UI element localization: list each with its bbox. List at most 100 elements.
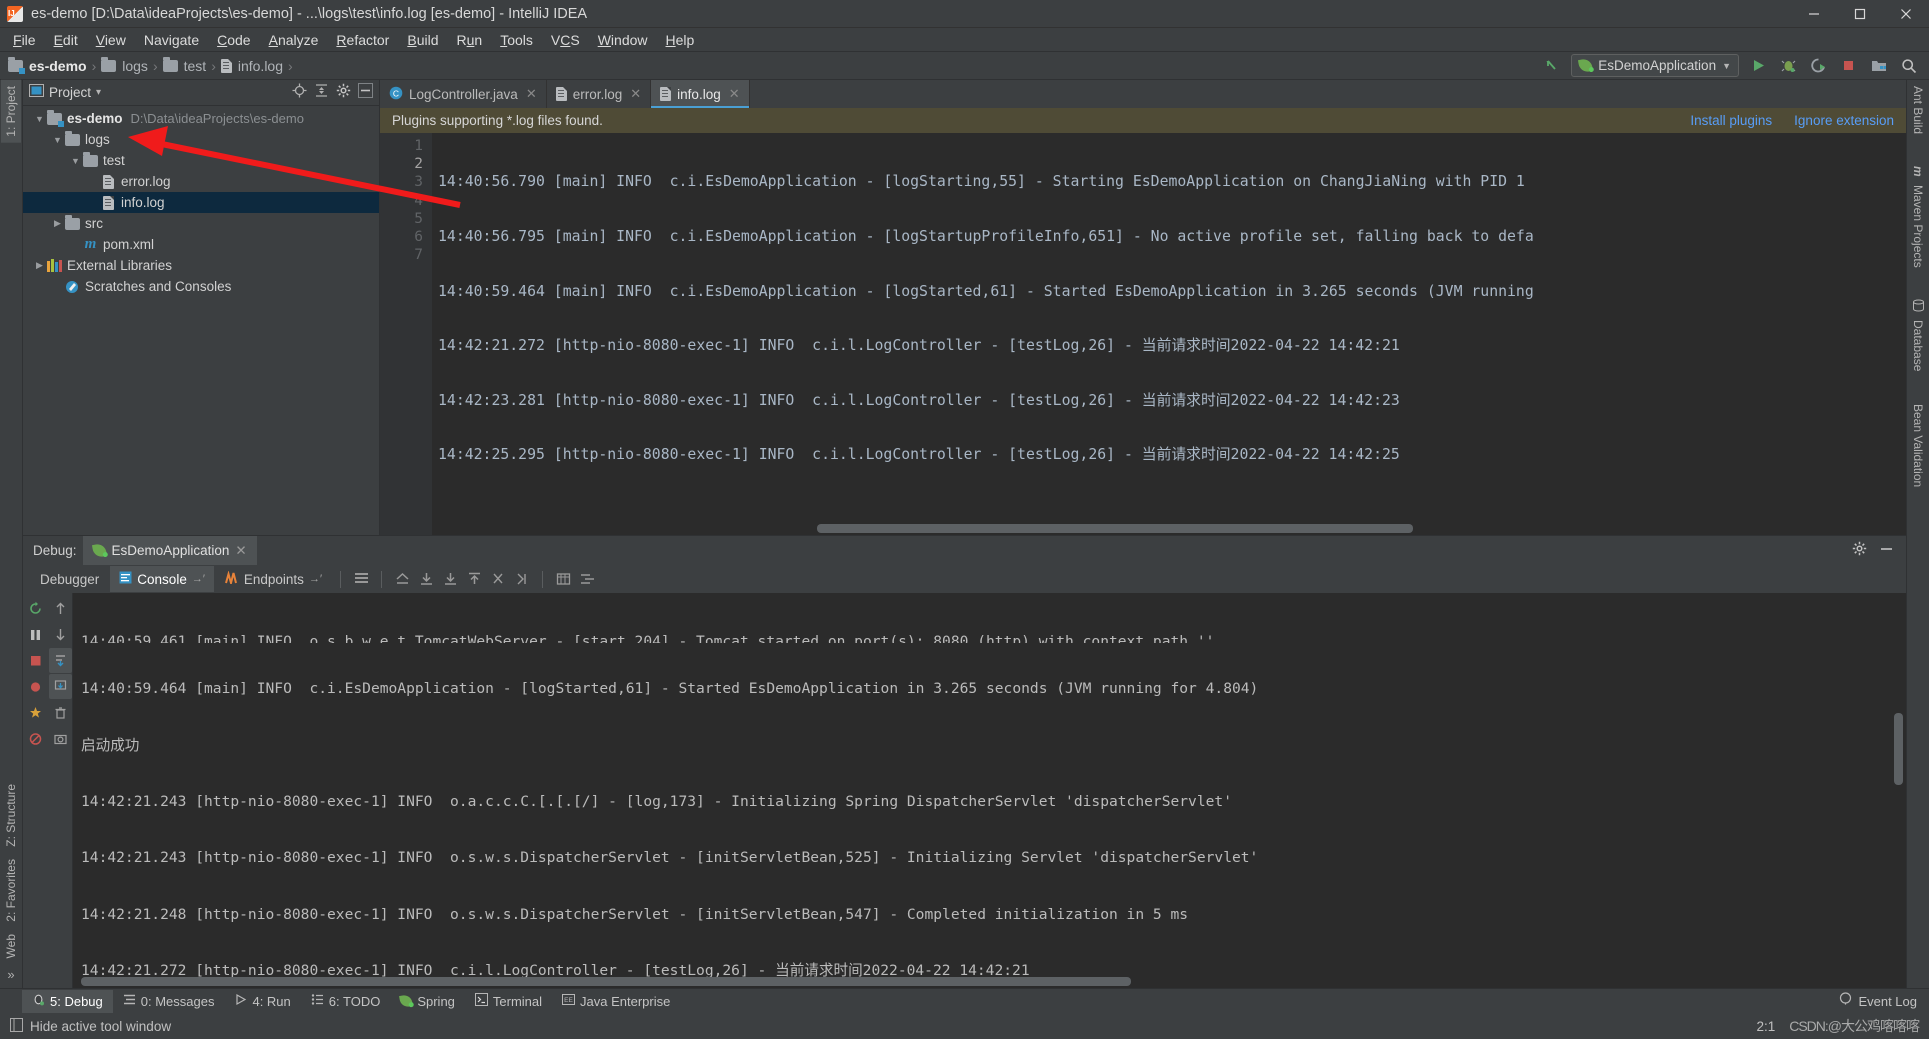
hide-tool-window-label[interactable]: Hide active tool window <box>30 1019 171 1034</box>
scroll-to-end-icon[interactable] <box>415 568 437 590</box>
breadcrumb-es-demo[interactable]: es-demo <box>8 56 87 74</box>
menu-vcs[interactable]: VCS <box>542 29 589 51</box>
next-icon[interactable] <box>511 568 533 590</box>
tree-node-es-demo[interactable]: ▼ es-demo D:\Data\ideaProjects\es-demo <box>23 108 379 129</box>
sidebar-item-database[interactable]: Database <box>1908 273 1928 377</box>
menu-navigate[interactable]: Navigate <box>135 29 208 51</box>
chevron-down-icon[interactable]: ▼ <box>33 114 46 124</box>
soft-wrap-icon[interactable] <box>391 568 413 590</box>
tree-node-pom-xml[interactable]: m pom.xml <box>23 234 379 255</box>
tab-debugger[interactable]: Debugger <box>31 566 108 592</box>
scroll-down-icon[interactable] <box>439 568 461 590</box>
close-icon[interactable]: ✕ <box>235 543 246 559</box>
sidebar-item-favorites[interactable]: 2: Favorites <box>1 853 21 928</box>
mute-breakpoints-icon[interactable] <box>24 674 47 699</box>
tree-node-test[interactable]: ▼ test <box>23 150 379 171</box>
pause-icon[interactable] <box>24 622 47 647</box>
code-view[interactable]: 1 2 3 4 5 6 7 14:40:56.790 [main] INFO c… <box>380 133 1906 535</box>
event-log-label[interactable]: Event Log <box>1858 994 1917 1009</box>
menu-edit[interactable]: Edit <box>45 29 87 51</box>
run-icon[interactable] <box>1748 55 1769 76</box>
chevron-right-icon[interactable]: ▶ <box>51 218 64 229</box>
tree-node-info-log[interactable]: info.log <box>23 192 379 213</box>
tab-error-log[interactable]: error.log ✕ <box>547 80 652 108</box>
menu-run[interactable]: Run <box>447 29 491 51</box>
console-output[interactable]: 14:40:59.461 [main] INFO o.s.b.w.e.t.Tom… <box>73 593 1906 988</box>
scrollbar-thumb[interactable] <box>817 524 1413 533</box>
sidebar-item-project[interactable]: 1: Project <box>1 80 21 143</box>
close-button[interactable] <box>1883 0 1929 28</box>
chevron-down-icon[interactable]: ▾ <box>96 87 101 98</box>
menu-tools[interactable]: Tools <box>491 29 542 51</box>
locate-icon[interactable] <box>292 83 307 103</box>
debug-icon[interactable] <box>1778 55 1799 76</box>
editor-horizontal-scrollbar[interactable] <box>432 524 1890 533</box>
tab-console[interactable]: Console →′ <box>110 566 214 592</box>
scrollbar-thumb[interactable] <box>81 977 1131 986</box>
pin-tab-icon[interactable]: →′ <box>309 573 322 585</box>
scroll-end-icon[interactable] <box>48 674 72 699</box>
settings-lines-icon[interactable] <box>576 568 598 590</box>
run-configuration-selector[interactable]: EsDemoApplication ▼ <box>1571 54 1739 77</box>
tree-node-logs[interactable]: ▼ logs <box>23 129 379 150</box>
tree-node-error-log[interactable]: error.log <box>23 171 379 192</box>
tree-node-scratches-and-consoles[interactable]: Scratches and Consoles <box>23 276 379 297</box>
menu-lines-icon[interactable] <box>350 568 372 590</box>
close-icon[interactable]: ✕ <box>526 86 537 102</box>
stop-icon[interactable] <box>24 648 47 673</box>
hide-icon[interactable] <box>1879 541 1894 561</box>
install-plugins-link[interactable]: Install plugins <box>1690 113 1772 128</box>
search-everywhere-icon[interactable] <box>1898 55 1919 76</box>
chevron-down-icon[interactable]: ▼ <box>51 135 64 145</box>
tab-log-controller-java[interactable]: C LogController.java ✕ <box>380 80 547 108</box>
hide-window-icon[interactable] <box>10 1017 23 1035</box>
step-over-up-icon[interactable] <box>49 596 72 621</box>
tool-window-spring[interactable]: Spring <box>390 990 465 1013</box>
tab-endpoints[interactable]: Endpoints →′ <box>216 566 331 592</box>
tree-node-src[interactable]: ▶ src <box>23 213 379 234</box>
print-icon[interactable] <box>552 568 574 590</box>
menu-view[interactable]: View <box>87 29 135 51</box>
tool-window-messages[interactable]: 0: Messages <box>113 990 225 1013</box>
tool-window-terminal[interactable]: Terminal <box>465 990 552 1013</box>
minimize-button[interactable] <box>1791 0 1837 28</box>
cut-icon[interactable] <box>487 568 509 590</box>
pin-tab-icon[interactable]: →′ <box>192 573 205 585</box>
caret-position[interactable]: 2:1 <box>1756 1019 1775 1034</box>
close-icon[interactable]: ✕ <box>630 86 641 102</box>
sidebar-item-structure[interactable]: Z: Structure <box>1 778 21 853</box>
camera-icon[interactable] <box>49 726 72 751</box>
console-vertical-scrollbar[interactable] <box>1894 713 1903 785</box>
menu-refactor[interactable]: Refactor <box>327 29 398 51</box>
chevron-down-icon[interactable]: ▼ <box>69 156 82 166</box>
maximize-button[interactable] <box>1837 0 1883 28</box>
sidebar-item-web[interactable]: Web <box>1 928 21 964</box>
step-into-icon[interactable] <box>48 648 72 673</box>
close-icon[interactable]: ✕ <box>729 86 740 102</box>
tool-window-debug[interactable]: 5: Debug <box>22 989 113 1013</box>
trash-icon[interactable] <box>49 700 72 725</box>
stripe-more-button[interactable]: » <box>7 964 14 988</box>
step-down-icon[interactable] <box>49 622 72 647</box>
stop-icon[interactable] <box>1838 55 1859 76</box>
menu-window[interactable]: Window <box>589 29 657 51</box>
back-arrow-icon[interactable] <box>1541 55 1562 76</box>
scroll-up-icon[interactable] <box>463 568 485 590</box>
editor-text[interactable]: 14:40:56.790 [main] INFO c.i.EsDemoAppli… <box>432 133 1906 535</box>
tool-window-java-enterprise[interactable]: EE Java Enterprise <box>552 990 680 1013</box>
menu-file[interactable]: File <box>4 29 45 51</box>
tab-info-log[interactable]: info.log ✕ <box>651 80 750 108</box>
breadcrumb-test[interactable]: test <box>162 56 206 74</box>
tool-window-run[interactable]: 4: Run <box>224 990 300 1013</box>
console-horizontal-scrollbar[interactable] <box>81 977 1888 986</box>
menu-code[interactable]: Code <box>208 29 259 51</box>
sidebar-item-maven-projects[interactable]: m Maven Projects <box>1908 140 1928 273</box>
bookmark-icon[interactable] <box>24 700 47 725</box>
run-coverage-icon[interactable] <box>1808 55 1829 76</box>
hide-icon[interactable] <box>358 82 373 103</box>
menu-analyze[interactable]: Analyze <box>260 29 328 51</box>
menu-build[interactable]: Build <box>398 29 447 51</box>
project-tree[interactable]: ▼ es-demo D:\Data\ideaProjects\es-demo ▼… <box>23 106 379 535</box>
breadcrumb-logs[interactable]: logs <box>101 56 148 74</box>
menu-help[interactable]: Help <box>657 29 704 51</box>
